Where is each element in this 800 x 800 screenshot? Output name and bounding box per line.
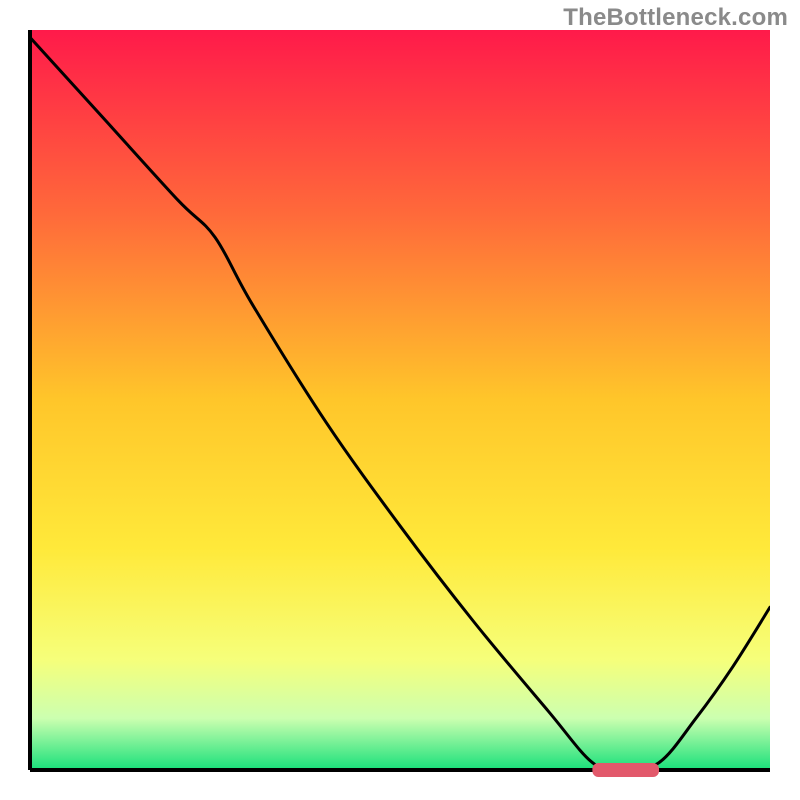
bottleneck-curve-chart xyxy=(0,0,800,800)
plot-background-gradient xyxy=(30,30,770,770)
optimal-range-marker xyxy=(592,763,659,777)
chart-stage: TheBottleneck.com xyxy=(0,0,800,800)
